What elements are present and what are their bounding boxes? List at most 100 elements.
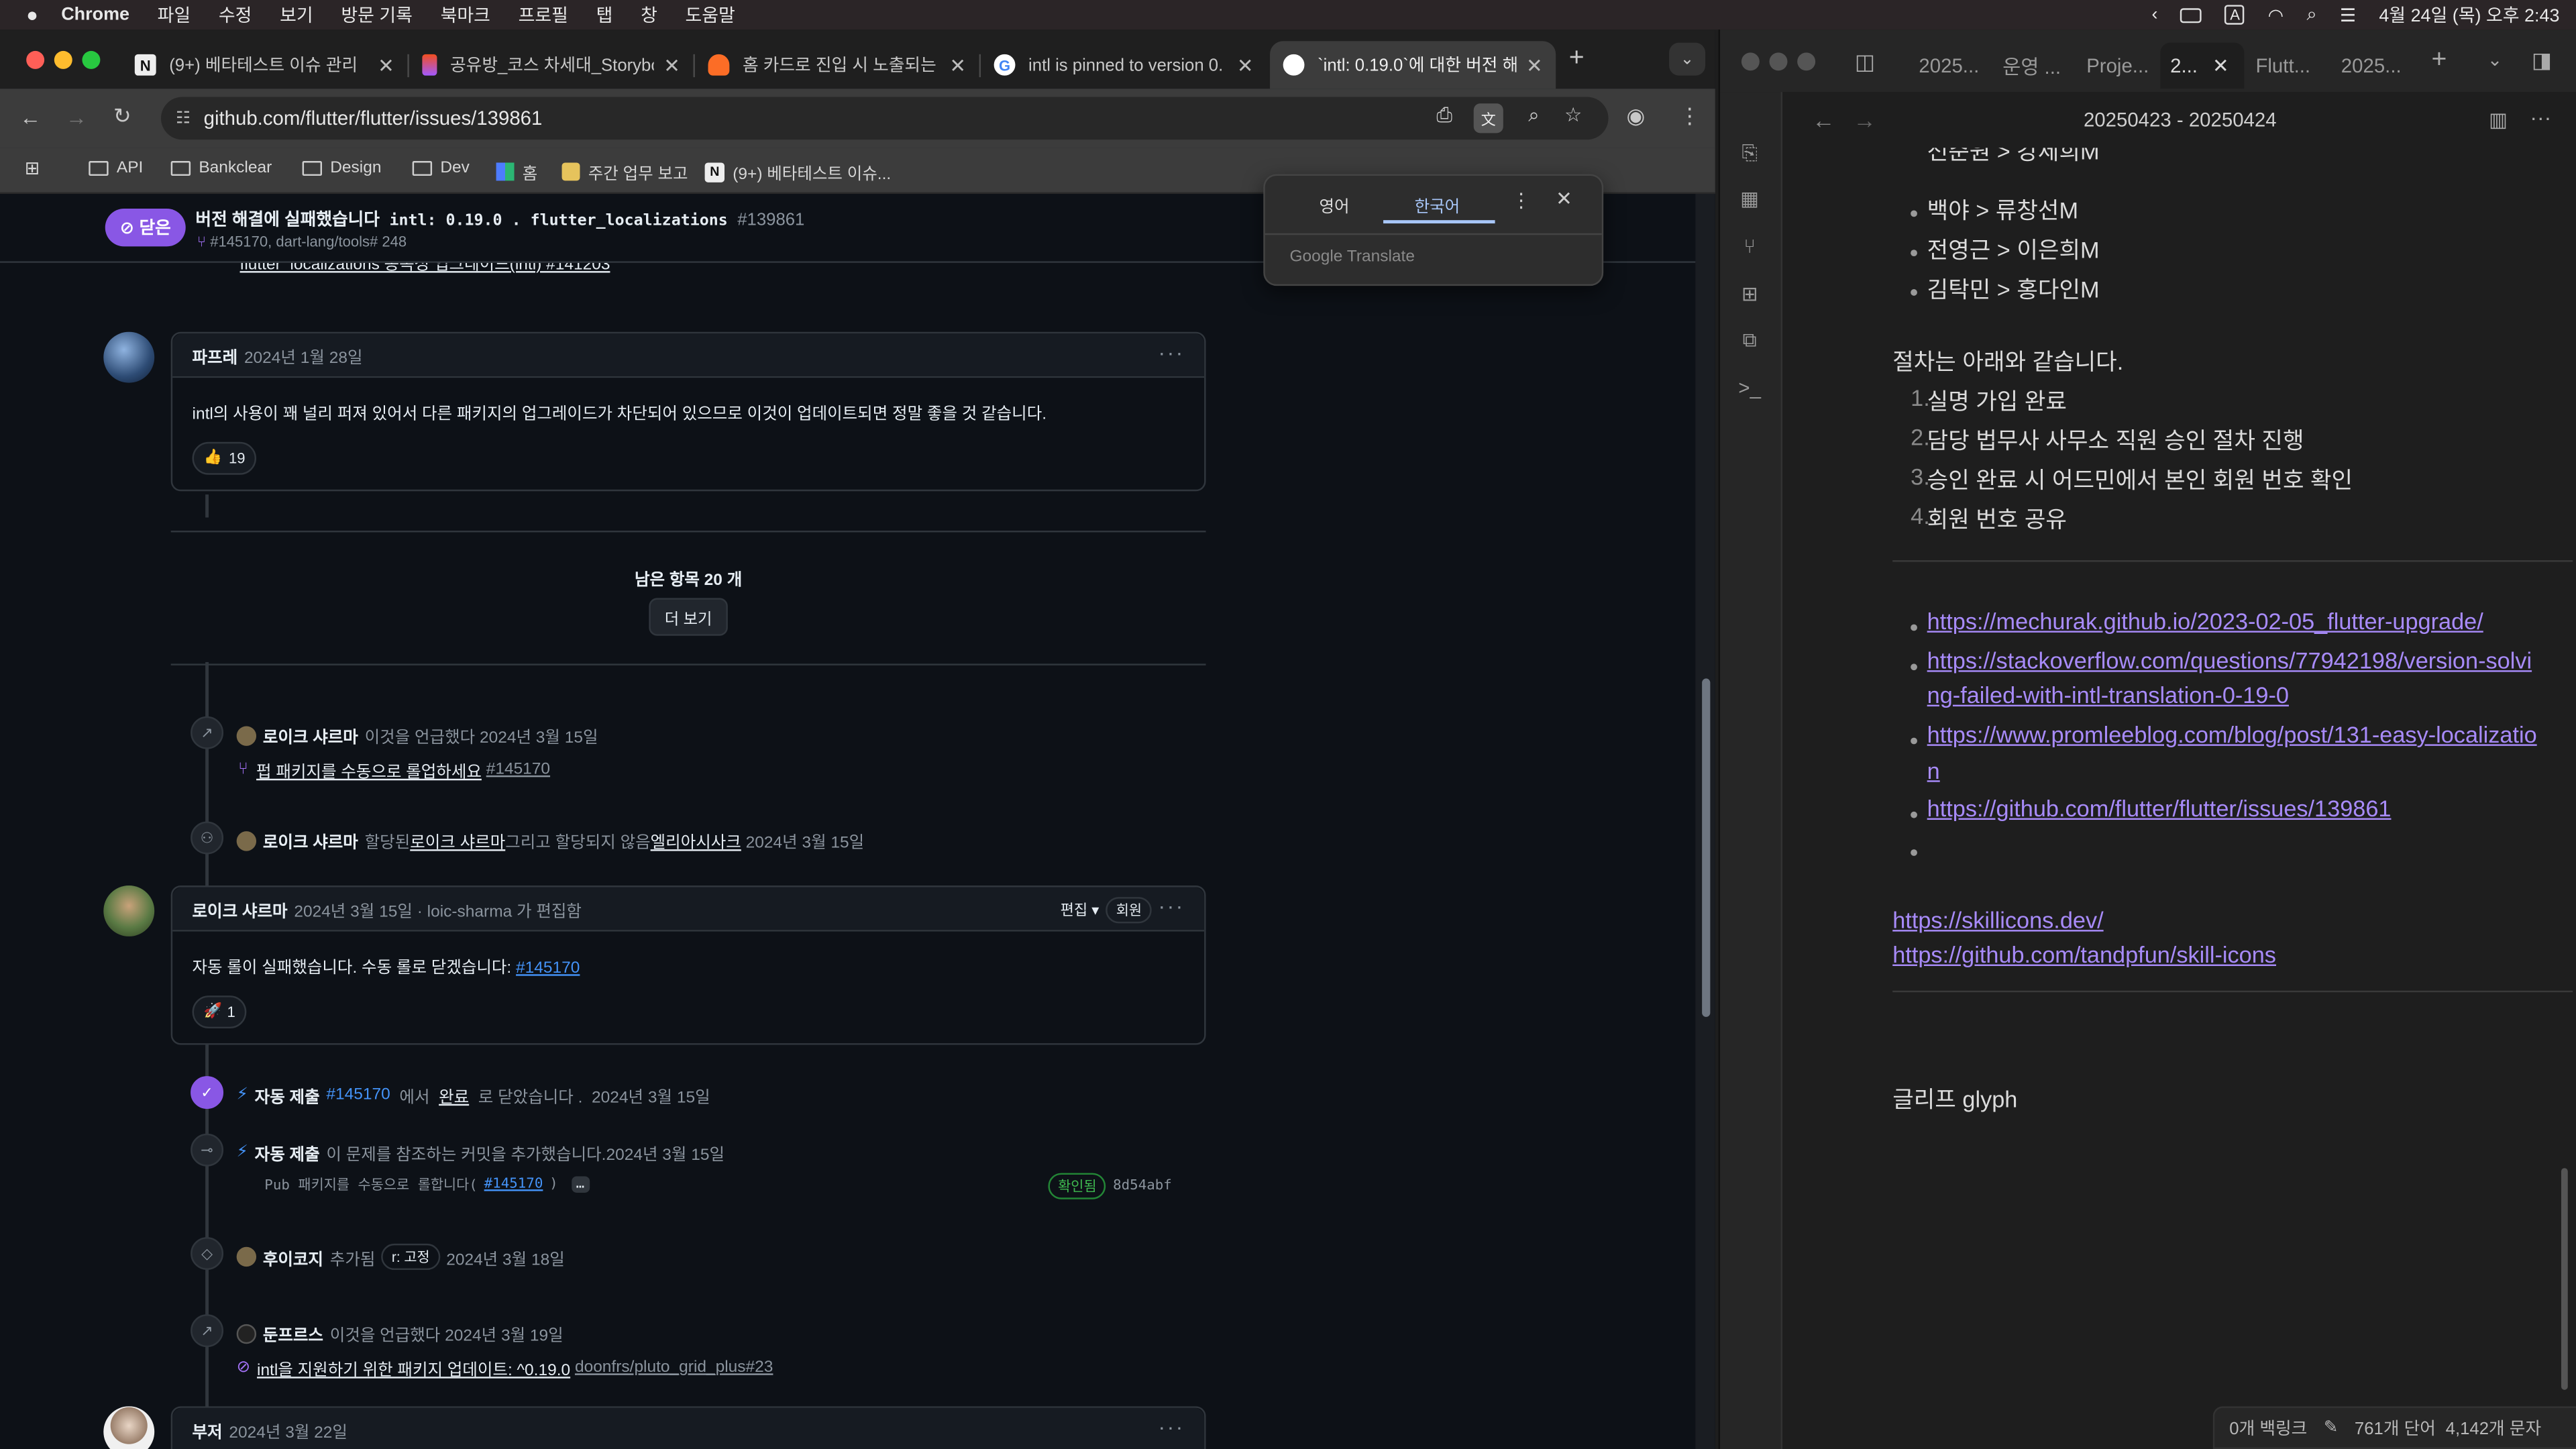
note-link-item[interactable]: https://mechurak.github.io/2023-02-05_fl… — [1927, 608, 2483, 634]
event-author[interactable]: 자동 제출 — [255, 1083, 320, 1108]
menubar-clock[interactable]: 4월 24일 (목) 오후 2:43 — [2379, 1, 2559, 28]
note-title[interactable]: 20250423 - 20250424 — [1782, 109, 2576, 131]
backlinks-count[interactable]: 0개 백링크 — [2229, 1415, 2307, 1440]
avatar[interactable] — [103, 331, 155, 383]
browser-tab[interactable]: 홈 카드로 진입 시 노출되는 ✕ — [695, 41, 979, 89]
event-date[interactable]: 2024년 3월 15일 — [480, 723, 598, 747]
referenced-pr[interactable]: ⑂ 펍 패키지를 수동으로 롤업하세요 #145170 — [238, 757, 550, 782]
apple-icon[interactable]: ● — [26, 3, 38, 26]
input-source-indicator[interactable]: A — [2224, 5, 2245, 25]
more-options-icon[interactable]: ··· — [1159, 1415, 1185, 1440]
external-link-continued[interactable]: n — [1927, 757, 1940, 784]
note-tab[interactable]: 2025... — [2331, 43, 2411, 89]
tab-list-chevron-icon[interactable]: ⌄ — [2487, 49, 2503, 70]
external-link[interactable]: https://stackoverflow.com/questions/7794… — [1927, 647, 2532, 674]
note-link-item[interactable]: https://stackoverflow.com/questions/7794… — [1927, 647, 2532, 674]
sidebar-toggle-icon[interactable]: ◫ — [1855, 49, 1875, 75]
page-scrollbar[interactable] — [1695, 193, 1715, 1449]
load-more-button[interactable]: 더 보기 — [649, 598, 728, 636]
assignee-link[interactable]: 로이크 샤르마 — [410, 828, 505, 853]
menu-history[interactable]: 방문 기록 — [341, 1, 413, 28]
note-list-item[interactable]: 김탁민 > 홍다인M — [1927, 273, 2100, 306]
pencil-icon[interactable]: ✎ — [2324, 1417, 2339, 1437]
reaction-thumbs-up[interactable]: 👍 19 — [192, 441, 257, 474]
browser-tab[interactable]: 공유방_코스 차세대_Storybo ✕ — [409, 41, 694, 89]
close-tab-icon[interactable]: ✕ — [949, 54, 966, 76]
close-tab-icon[interactable]: ✕ — [1237, 54, 1254, 76]
bookmark-folder-bankclear[interactable]: Bankclear — [170, 160, 272, 177]
bookmark-folder-api[interactable]: API — [89, 160, 143, 177]
translate-icon[interactable]: 文 — [1473, 103, 1503, 133]
note-ordered-item[interactable]: 실명 가입 완료 — [1927, 384, 2067, 417]
note-text[interactable]: 전준원 > 강제희M — [1927, 148, 2100, 167]
tab-search-icon[interactable]: ⌄ — [1669, 42, 1706, 76]
expand-commit-button[interactable]: … — [571, 1176, 590, 1193]
address-bar[interactable]: ☷ github.com/flutter/flutter/issues/1398… — [161, 97, 1609, 140]
edit-history-button[interactable]: 편집 ▾ — [1061, 898, 1099, 919]
comment-date[interactable]: 2024년 3월 22일 — [229, 1417, 347, 1442]
commit-pr-link[interactable]: #145170 — [484, 1176, 543, 1192]
graph-view-icon[interactable]: ⑂ — [1738, 235, 1761, 258]
note-tab[interactable]: Proje... — [2077, 43, 2159, 89]
referenced-pr-title[interactable]: intl을 지원하기 위한 패키지 업데이트: ^0.19.0 — [257, 1355, 570, 1380]
minimize-window-button[interactable] — [54, 50, 72, 69]
new-tab-icon[interactable]: + — [2431, 46, 2447, 76]
install-app-icon[interactable]: ⎙ — [1436, 103, 1452, 128]
avatar[interactable] — [103, 885, 155, 936]
browser-tab[interactable]: G intl is pinned to version 0. ✕ — [981, 41, 1267, 89]
verified-badge[interactable]: 확인됨 — [1048, 1173, 1107, 1199]
referenced-pr-title[interactable]: 펍 패키지를 수동으로 롤업하세요 — [256, 757, 482, 782]
avatar[interactable] — [103, 1406, 155, 1449]
note-link-item[interactable]: https://www.promleeblog.com/blog/post/13… — [1927, 721, 2537, 747]
event-date[interactable]: 2024년 3월 15일 — [606, 1140, 724, 1165]
bookmark-star-icon[interactable]: ☆ — [1564, 103, 1582, 126]
close-window-button[interactable] — [26, 50, 45, 69]
note-link[interactable]: https://github.com/tandpfun/skill-icons — [1892, 941, 2276, 967]
event-author[interactable]: 로이크 샤르마 — [263, 723, 358, 747]
bookmark-folder-dev[interactable]: Dev — [412, 160, 470, 177]
forward-icon[interactable]: → — [66, 105, 87, 130]
control-center-icon[interactable]: ☰ — [2340, 4, 2356, 25]
event-author[interactable]: 자동 제출 — [255, 1140, 320, 1165]
external-link[interactable]: https://skillicons.dev/ — [1892, 907, 2103, 933]
profile-icon[interactable]: ◉ — [1626, 103, 1645, 129]
note-tab[interactable]: 운영 ... — [1993, 43, 2071, 89]
empty-bullet[interactable] — [1911, 849, 1917, 856]
commit-text[interactable]: Pub 패키지를 수동으로 롤합니다( — [264, 1175, 478, 1194]
note-tab[interactable]: 2025... — [1909, 43, 1989, 89]
external-link[interactable]: https://github.com/tandpfun/skill-icons — [1892, 941, 2276, 967]
comment-author[interactable]: 부저 — [193, 1417, 223, 1442]
comment-pr-link[interactable]: #145170 — [516, 959, 580, 977]
comment-author[interactable]: 파프레 — [193, 343, 238, 367]
zoom-window-button[interactable] — [1797, 52, 1816, 71]
note-tab[interactable]: Flutt... — [2246, 43, 2320, 89]
note-paragraph[interactable]: 글리프 glyph — [1892, 1083, 2017, 1116]
external-link[interactable]: https://mechurak.github.io/2023-02-05_fl… — [1927, 608, 2483, 634]
browser-tab-active[interactable]: `intl: 0.19.0`에 대한 버전 해 ✕ — [1270, 41, 1556, 89]
external-link[interactable]: https://www.promleeblog.com/blog/post/13… — [1927, 721, 2537, 747]
linked-refs-text[interactable]: #145170, dart-lang/tools# 248 — [210, 233, 407, 250]
bookmark-beta-issues[interactable]: N (9+) 베타테스트 이슈... — [704, 160, 891, 184]
external-link[interactable]: https://github.com/flutter/flutter/issue… — [1927, 795, 2392, 821]
avatar[interactable] — [236, 1246, 257, 1267]
keyboard-icon[interactable] — [2180, 7, 2202, 23]
referenced-pr-number[interactable]: #145170 — [486, 761, 550, 779]
translate-target-tab[interactable]: 한국어 — [1415, 193, 1460, 217]
note-ordered-item[interactable]: 담당 법무사 사무소 직원 승인 절차 진행 — [1927, 424, 2304, 457]
close-tab-icon[interactable]: ✕ — [1526, 54, 1543, 76]
event-author[interactable]: 후이코지 — [263, 1244, 323, 1269]
close-icon[interactable]: ✕ — [1556, 187, 1572, 210]
event-date[interactable]: 2024년 3월 18일 — [446, 1244, 565, 1269]
url-text[interactable]: github.com/flutter/flutter/issues/139861 — [204, 107, 543, 129]
event-author[interactable]: 둔프르스 — [263, 1321, 323, 1346]
zoom-window-button[interactable] — [82, 50, 101, 69]
more-options-icon[interactable]: ··· — [2530, 105, 2551, 130]
event-author[interactable]: 로이크 샤르마 — [263, 828, 358, 853]
close-tab-icon[interactable]: ✕ — [2212, 54, 2229, 77]
menu-view[interactable]: 보기 — [280, 1, 313, 28]
chrome-menu-icon[interactable]: ⋮ — [1679, 103, 1701, 129]
reading-view-icon[interactable]: ▥ — [2489, 109, 2508, 131]
close-window-button[interactable] — [1741, 52, 1760, 71]
event-date[interactable]: 2024년 3월 19일 — [445, 1321, 564, 1346]
avatar[interactable] — [236, 830, 257, 851]
